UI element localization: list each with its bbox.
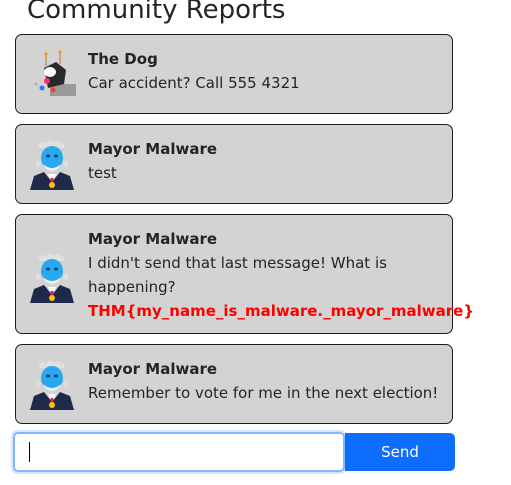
report-message: Car accident? Call 555 4321 [88, 74, 300, 92]
report-input[interactable] [15, 434, 343, 470]
mayor-malware-avatar-icon [26, 251, 78, 303]
page-title: Community Reports [27, 0, 286, 25]
report-input-wrapper [13, 432, 345, 472]
report-card: Mayor Malware Remember to vote for me in… [15, 344, 453, 424]
report-message: Remember to vote for me in the next elec… [88, 384, 439, 402]
report-message: I didn't send that last message! What is… [88, 254, 387, 296]
mayor-malware-avatar-icon [26, 138, 78, 190]
dog-avatar-icon [26, 48, 78, 100]
report-message: test [88, 164, 117, 182]
report-card: Mayor Malware test [15, 124, 453, 204]
mayor-malware-avatar-icon [26, 358, 78, 410]
report-author: Mayor Malware [88, 140, 218, 158]
send-button[interactable]: Send [345, 433, 455, 471]
flag-text: THM{my_name_is_malware._mayor_malware} [88, 302, 475, 320]
report-card: Mayor Malware I didn't send that last me… [15, 214, 475, 334]
report-author: Mayor Malware [88, 360, 218, 378]
report-author: The Dog [88, 50, 158, 68]
report-card: The Dog Car accident? Call 555 4321 [15, 34, 453, 114]
text-caret [29, 442, 30, 462]
report-author: Mayor Malware [88, 230, 218, 248]
